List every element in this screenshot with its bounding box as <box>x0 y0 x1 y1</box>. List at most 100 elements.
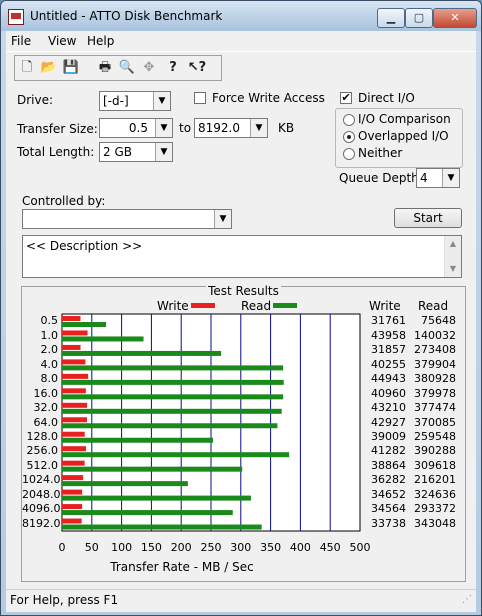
transfer-unit-label: KB <box>278 121 295 135</box>
x-tick-label: 100 <box>111 541 133 554</box>
controlled-by-select[interactable]: ▼ <box>22 209 232 229</box>
read-bar <box>62 394 284 400</box>
read-bar <box>62 466 243 472</box>
drive-value: [-d-] <box>103 94 129 108</box>
read-bar <box>62 510 233 516</box>
read-bar <box>62 495 251 501</box>
save-icon[interactable]: 💾 <box>61 58 81 78</box>
drive-select[interactable]: [-d-] ▼ <box>99 91 171 111</box>
status-text: For Help, press F1 <box>10 593 119 607</box>
transfer-size-label: Transfer Size: <box>17 122 98 136</box>
x-tick-label: 500 <box>349 541 371 554</box>
x-tick-label: 50 <box>84 541 99 554</box>
write-bar <box>62 359 86 365</box>
read-value: 293372 <box>414 502 456 516</box>
x-tick-label: 350 <box>260 541 282 554</box>
menu-bar: File View Help <box>6 31 476 51</box>
chevron-down-icon[interactable]: ▼ <box>442 169 459 187</box>
resize-grip-icon[interactable]: ⋰ <box>462 594 472 605</box>
write-value: 31761 <box>371 314 406 328</box>
write-value: 43958 <box>371 328 406 342</box>
x-tick-label: 150 <box>140 541 162 554</box>
write-bar <box>62 373 89 379</box>
force-write-checkbox[interactable] <box>194 92 206 104</box>
read-bar <box>62 524 262 530</box>
neither-label: Neither <box>358 146 403 160</box>
write-bar <box>62 475 84 481</box>
chevron-down-icon[interactable]: ▼ <box>155 143 172 161</box>
scroll-down-icon[interactable]: ▼ <box>445 261 461 277</box>
print-preview-icon[interactable]: 🔍 <box>117 58 137 78</box>
app-icon[interactable] <box>8 9 24 25</box>
neither-radio[interactable] <box>343 148 355 160</box>
x-tick-label: 450 <box>319 541 341 554</box>
toolbar-group: 🗋 📂 💾 🖶 🔍 ✥ ? ↖? <box>14 55 222 81</box>
new-icon[interactable]: 🗋 <box>17 58 37 78</box>
write-value: 38864 <box>371 458 406 472</box>
direct-io-checkbox[interactable]: ✔ <box>340 92 352 104</box>
queue-depth-label: Queue Depth: <box>339 171 423 185</box>
menu-file[interactable]: File <box>11 34 31 48</box>
chevron-down-icon[interactable]: ▼ <box>214 210 231 228</box>
transfer-from-select[interactable]: 0.5 ▼ <box>99 118 173 138</box>
io-comparison-radio[interactable] <box>343 114 355 126</box>
close-icon: ✕ <box>450 11 460 24</box>
write-value: 34564 <box>371 502 406 516</box>
read-value: 309618 <box>414 458 456 472</box>
read-value: 343048 <box>414 516 456 530</box>
transfer-to-select[interactable]: 8192.0 ▼ <box>194 118 268 138</box>
scroll-up-icon[interactable]: ▲ <box>445 236 461 252</box>
queue-depth-select[interactable]: 4 ▼ <box>416 168 460 188</box>
print-icon[interactable]: 🖶 <box>95 58 115 78</box>
minimize-button[interactable]: ▁ <box>377 8 405 28</box>
write-bar <box>62 460 85 466</box>
chevron-down-icon[interactable]: ▼ <box>250 119 267 137</box>
read-value: 390288 <box>414 444 456 458</box>
transfer-to-label: to <box>179 121 192 135</box>
move-icon[interactable]: ✥ <box>139 58 159 78</box>
window-title: Untitled - ATTO Disk Benchmark <box>30 9 223 23</box>
start-button[interactable]: Start <box>394 208 462 228</box>
write-value: 31857 <box>371 343 406 357</box>
read-bar <box>62 350 222 356</box>
write-value: 43210 <box>371 401 406 415</box>
read-value: 273408 <box>414 343 456 357</box>
total-length-select[interactable]: 2 GB ▼ <box>99 142 173 162</box>
chevron-down-icon[interactable]: ▼ <box>153 92 170 110</box>
write-bar <box>62 431 85 437</box>
write-bar <box>62 489 83 495</box>
write-bar <box>62 446 87 452</box>
open-icon[interactable]: 📂 <box>39 58 59 78</box>
status-bar: For Help, press F1 ⋰ <box>6 589 476 612</box>
transfer-from-value: 0.5 <box>128 121 148 135</box>
read-bar <box>62 452 290 458</box>
read-bar <box>62 481 188 487</box>
maximize-button[interactable]: ▢ <box>405 8 433 28</box>
menu-help[interactable]: Help <box>87 34 114 48</box>
chevron-down-icon[interactable]: ▼ <box>155 119 172 137</box>
menu-view[interactable]: View <box>48 34 76 48</box>
transfer-to-value: 8192.0 <box>198 121 240 135</box>
write-value: 39009 <box>371 429 406 443</box>
description-scrollbar[interactable]: ▲ ▼ <box>444 236 461 277</box>
close-button[interactable]: ✕ <box>433 8 477 28</box>
read-bar <box>62 365 284 371</box>
app-window: Untitled - ATTO Disk Benchmark ▁ ▢ ✕ Fil… <box>0 0 482 616</box>
title-bar[interactable]: Untitled - ATTO Disk Benchmark ▁ ▢ ✕ <box>1 1 481 31</box>
controlled-by-label: Controlled by: <box>22 194 106 208</box>
write-value: 34652 <box>371 487 406 501</box>
read-bar <box>62 408 282 414</box>
force-write-label: Force Write Access <box>212 91 325 105</box>
write-bar <box>62 316 81 321</box>
description-textarea[interactable]: << Description >> ▲ ▼ <box>22 235 462 278</box>
help-icon[interactable]: ? <box>163 58 183 78</box>
write-bar <box>62 344 81 350</box>
overlapped-io-radio[interactable] <box>343 131 355 143</box>
write-value: 40960 <box>371 386 406 400</box>
start-label: Start <box>413 211 443 225</box>
context-help-icon[interactable]: ↖? <box>187 58 207 78</box>
read-bar <box>62 437 214 443</box>
write-value: 36282 <box>371 473 406 487</box>
write-value: 33738 <box>371 516 406 530</box>
write-bar <box>62 518 82 524</box>
